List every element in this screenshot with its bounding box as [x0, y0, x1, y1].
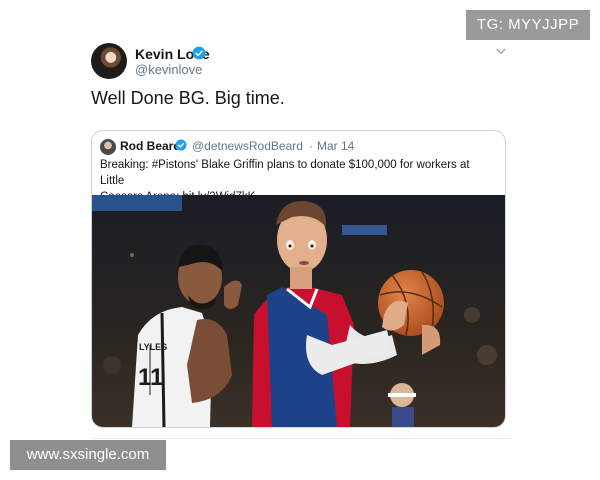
verified-badge-icon [192, 46, 206, 60]
quoted-author-avatar[interactable] [100, 139, 116, 155]
chevron-down-icon[interactable] [494, 44, 508, 58]
tg-watermark: TG: MYYJJPP [466, 10, 590, 40]
avatar[interactable] [91, 43, 127, 79]
separator-dot: · [309, 139, 313, 153]
jersey-number: 11 [138, 364, 163, 391]
quoted-author-handle[interactable]: @detnewsRodBeard [192, 139, 303, 153]
site-watermark: www.sxsingle.com [10, 440, 166, 470]
quoted-tweet-text-line: Breaking: #Pistons' Blake Griffin plans … [100, 159, 470, 187]
tweet-text: Well Done BG. Big time. [91, 88, 285, 108]
divider [91, 438, 512, 439]
quoted-tweet-date[interactable]: Mar 14 [317, 139, 354, 153]
quoted-author-name[interactable]: Rod Beard [120, 139, 181, 153]
tweet-photo[interactable]: 11 LYLES [92, 195, 505, 427]
author-handle[interactable]: @kevinlove [135, 62, 202, 77]
quoted-tweet-card[interactable]: Rod Beard @detnewsRodBeard · Mar 14 Brea… [91, 130, 506, 428]
jersey-name: LYLES [139, 342, 167, 352]
verified-badge-icon [175, 139, 187, 151]
